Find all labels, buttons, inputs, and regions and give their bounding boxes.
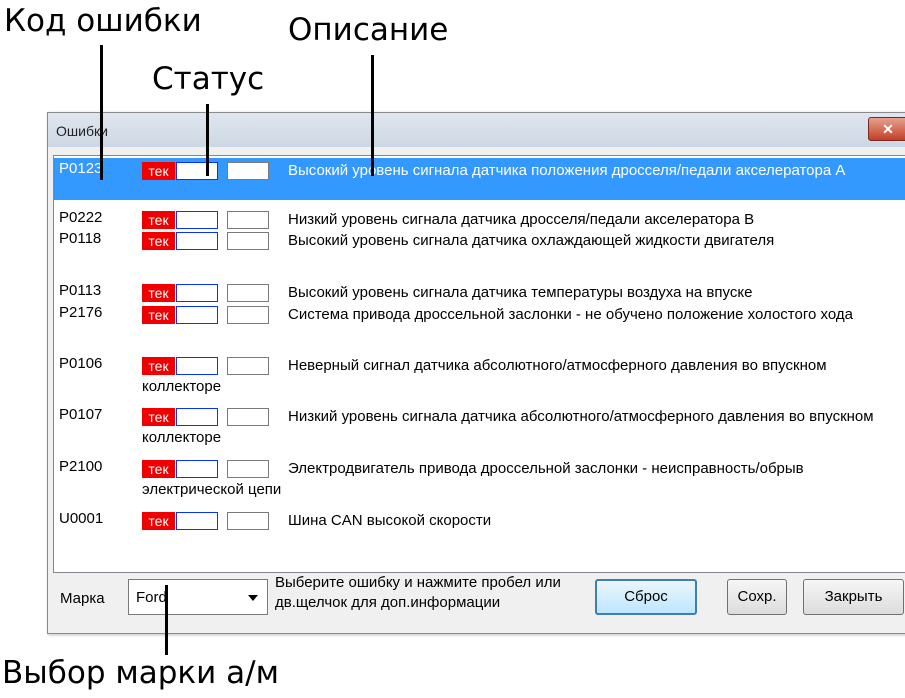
list-item[interactable]: P0113 тек Высокий уровень сигнала датчик…	[54, 280, 905, 302]
reset-button[interactable]: Сброс	[595, 579, 697, 615]
error-description: Низкий уровень сигнала датчика дросселя/…	[288, 211, 755, 228]
list-item[interactable]: P0118 тек Высокий уровень сигнала датчик…	[54, 228, 905, 270]
annotation-error-code: Код ошибки	[4, 3, 202, 39]
error-code: P2176	[59, 304, 103, 321]
annotation-brand-select: Выбор марки а/м	[2, 655, 279, 691]
annotation-line-brand-select	[165, 585, 168, 655]
error-description: Высокий уровень сигнала датчика охлаждаю…	[288, 232, 775, 249]
error-code: P0222	[59, 209, 103, 226]
error-description: Неверный сигнал датчика абсолютного/атмо…	[142, 357, 827, 395]
annotation-status: Статус	[152, 61, 265, 97]
error-code: P2100	[59, 458, 103, 475]
list-item[interactable]: P0123 тек Высокий уровень сигнала датчик…	[54, 158, 905, 200]
annotation-description: Описание	[288, 12, 449, 48]
list-item[interactable]: P2100 тек Электродвигатель привода дросс…	[54, 456, 905, 498]
error-code: P0118	[59, 230, 102, 247]
error-description: Высокий уровень сигнала датчика температ…	[288, 284, 753, 301]
error-description: Система привода дроссельной заслонки - н…	[288, 306, 853, 323]
error-description: Шина CAN высокой скорости	[288, 512, 492, 529]
hint-text: Выберите ошибку и нажмите пробел или дв.…	[275, 574, 561, 611]
list-item[interactable]: P0107 тек Низкий уровень сигнала датчика…	[54, 404, 905, 446]
brand-label: Марка	[60, 590, 105, 607]
close-button[interactable]: Закрыть	[803, 579, 904, 615]
list-item[interactable]: U0001 тек Шина CAN высокой скорости	[54, 508, 905, 530]
list-item[interactable]: P0222 тек Низкий уровень сигнала датчика…	[54, 207, 905, 229]
list-item[interactable]: P0106 тек Неверный сигнал датчика абсолю…	[54, 353, 905, 395]
errors-dialog: Ошибки ✕ P0123 тек Высокий уровень сигна…	[47, 112, 905, 634]
error-code: P0123	[59, 160, 103, 177]
error-description: Высокий уровень сигнала датчика положени…	[288, 162, 846, 179]
brand-select[interactable]: Ford	[128, 579, 268, 615]
annotation-line-error-code	[100, 45, 103, 180]
title-bar: Ошибки ✕	[48, 113, 905, 147]
brand-select-value: Ford	[136, 589, 167, 606]
error-code: P0106	[59, 355, 103, 372]
list-item[interactable]: P2176 тек Система привода дроссельной за…	[54, 302, 905, 344]
save-button[interactable]: Сохр.	[727, 579, 787, 615]
annotation-line-status	[206, 104, 209, 176]
error-description: Низкий уровень сигнала датчика абсолютно…	[142, 408, 874, 446]
error-description: Электродвигатель привода дроссельной зас…	[142, 460, 804, 498]
error-code: U0001	[59, 510, 104, 527]
chevron-down-icon[interactable]	[248, 595, 258, 601]
annotation-line-description	[371, 55, 374, 176]
error-code: P0107	[59, 406, 103, 423]
error-code: P0113	[59, 282, 102, 299]
errors-list[interactable]: P0123 тек Высокий уровень сигнала датчик…	[53, 155, 905, 573]
close-icon[interactable]: ✕	[868, 117, 905, 141]
